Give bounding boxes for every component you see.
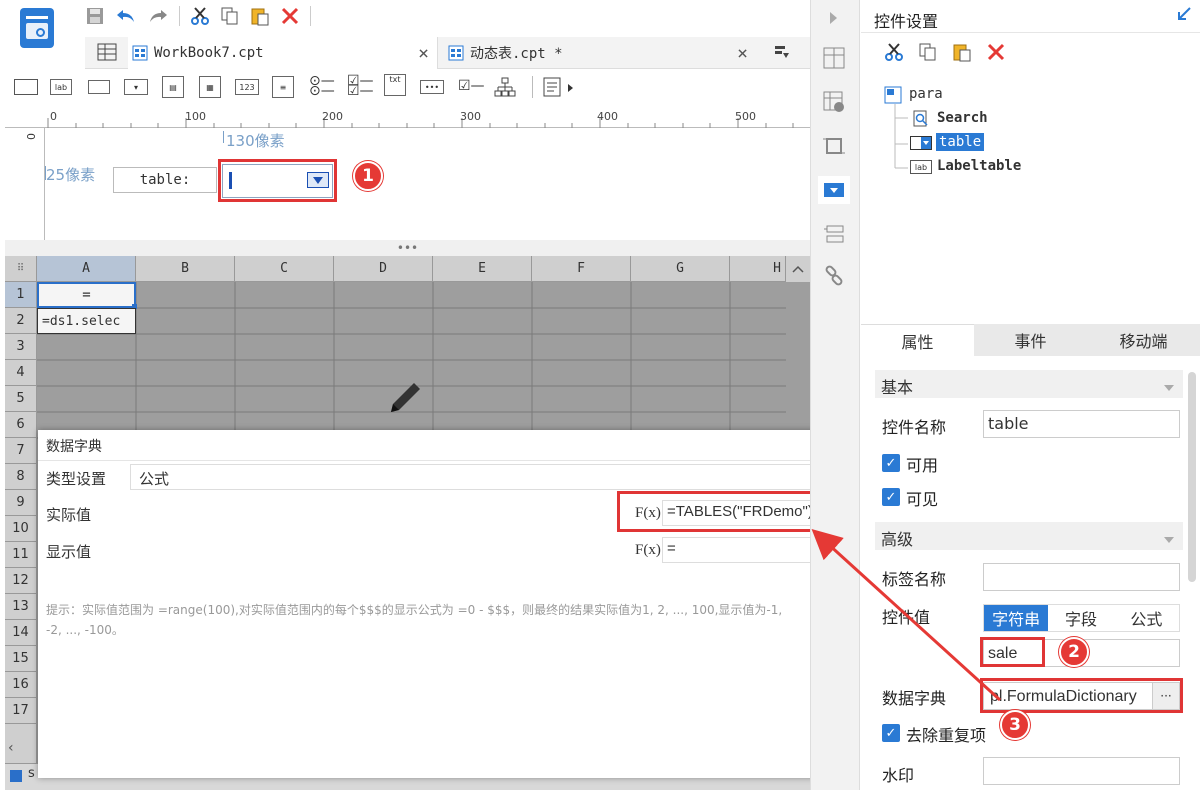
annotation-arrows — [811, 528, 1002, 702]
annotation-badge-1: 1 — [353, 161, 383, 191]
annotation-badge-3: 3 — [1000, 710, 1030, 740]
annotation-badge-2: 2 — [1059, 637, 1089, 667]
